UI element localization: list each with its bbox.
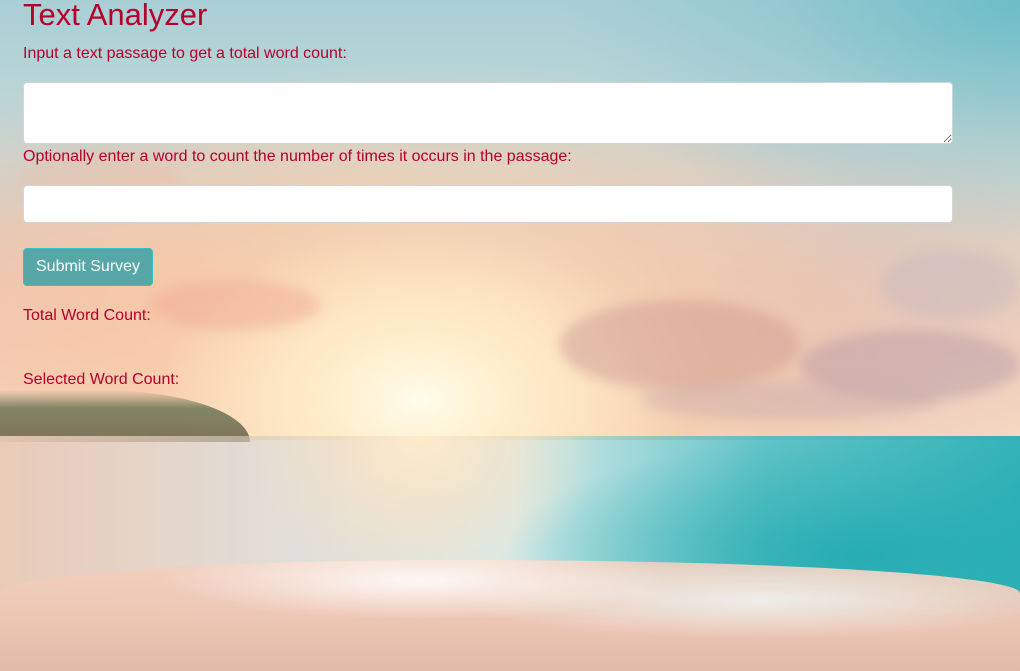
page-title: Text Analyzer [23,0,208,32]
passage-label: Input a text passage to get a total word… [23,45,347,62]
total-word-count-value [23,326,953,370]
passage-textarea[interactable] [23,82,953,144]
word-input[interactable] [23,185,953,223]
analyzer-form: Input a text passage to get a total word… [23,44,953,286]
analyzer-container: Text Analyzer Input a text passage to ge… [0,0,953,390]
selected-word-count-label: Selected Word Count: [23,371,180,388]
shore [0,560,1020,671]
word-label: Optionally enter a word to count the num… [23,148,572,165]
submit-survey-button[interactable]: Submit Survey [23,248,154,286]
total-word-count-label: Total Word Count: [23,307,151,324]
